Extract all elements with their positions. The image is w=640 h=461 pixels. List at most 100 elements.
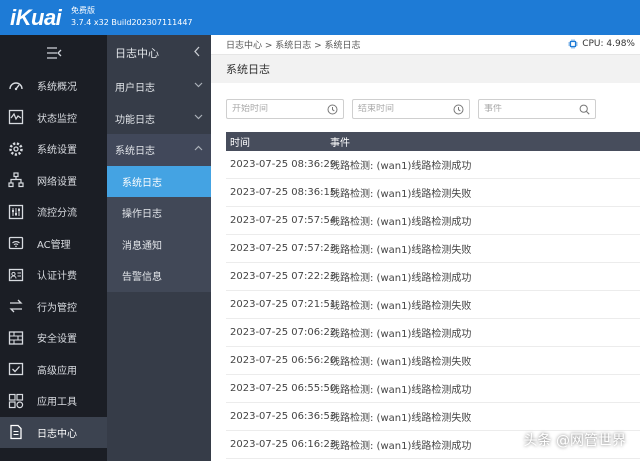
monitor-icon — [8, 109, 24, 125]
firewall-icon — [8, 330, 24, 346]
log-icon — [8, 424, 24, 440]
start-time-field[interactable] — [226, 99, 344, 119]
column-header-event[interactable]: 事件 — [330, 134, 350, 149]
submenu-title: 日志中心 — [107, 35, 211, 71]
end-time-field[interactable] — [352, 99, 470, 119]
event-search-input[interactable] — [484, 104, 590, 114]
submenu-group-user-log[interactable]: 用户日志 — [107, 71, 211, 103]
sidebar-item-system-settings[interactable]: 系统设置 — [0, 133, 107, 165]
table-row[interactable]: 2023-07-25 08:36:29 线路检测: (wan1)线路检测成功 — [226, 151, 640, 179]
submenu-group-system-log[interactable]: 系统日志 — [107, 134, 211, 166]
submenu-item-alerts[interactable]: 告警信息 — [107, 260, 211, 292]
table-row[interactable]: 2023-07-25 07:22:23 线路检测: (wan1)线路检测成功 — [226, 263, 640, 291]
cell-time: 2023-07-25 08:36:15 — [230, 187, 337, 198]
cell-time: 2023-07-25 08:36:29 — [230, 159, 337, 170]
end-time-input[interactable] — [358, 104, 464, 114]
sidebar-item-label: 日志中心 — [37, 428, 77, 440]
chevron-down-icon — [194, 81, 203, 91]
sidebar-item-network-settings[interactable]: 网络设置 — [0, 165, 107, 197]
cell-event: 线路检测: (wan1)线路检测成功 — [330, 329, 472, 340]
sidebar-item-monitor[interactable]: 状态监控 — [0, 102, 107, 134]
cell-time: 2023-07-25 06:16:23 — [230, 439, 337, 450]
sidebar-item-label: AC管理 — [37, 239, 71, 251]
submenu-group-function-log[interactable]: 功能日志 — [107, 103, 211, 135]
table-row[interactable]: 2023-07-25 07:06:22 线路检测: (wan1)线路检测成功 — [226, 319, 640, 347]
sidebar-item-label: 认证计费 — [37, 271, 77, 283]
cell-event: 线路检测: (wan1)线路检测成功 — [330, 385, 472, 396]
cell-event: 线路检测: (wan1)线路检测失败 — [330, 357, 472, 368]
cell-time: 2023-07-25 07:22:23 — [230, 271, 337, 282]
sidebar: 系统概况 状态监控 系统设置 网络设置 流控分流 AC管理 认证计费 行为管控 … — [0, 35, 107, 461]
cell-time: 2023-07-25 07:06:22 — [230, 327, 337, 338]
cell-time: 2023-07-25 06:36:53 — [230, 411, 337, 422]
table-row[interactable]: 2023-07-25 07:21:51 线路检测: (wan1)线路检测失败 — [226, 291, 640, 319]
table-row[interactable]: 2023-07-25 06:56:20 线路检测: (wan1)线路检测失败 — [226, 347, 640, 375]
search-icon[interactable] — [579, 104, 590, 115]
cpu-usage-text: CPU: 4.98% — [582, 39, 635, 49]
sidebar-item-label: 流控分流 — [37, 208, 77, 220]
network-icon — [8, 172, 24, 188]
submenu-group-label: 功能日志 — [115, 114, 155, 126]
sidebar-item-app-tools[interactable]: 应用工具 — [0, 385, 107, 417]
sidebar-item-flow-control[interactable]: 流控分流 — [0, 196, 107, 228]
breadcrumb: 日志中心 > 系统日志 > 系统日志 — [226, 41, 361, 51]
table-row[interactable]: 2023-07-25 06:36:53 线路检测: (wan1)线路检测失败 — [226, 403, 640, 431]
table-row[interactable]: 2023-07-25 08:36:15 线路检测: (wan1)线路检测失败 — [226, 179, 640, 207]
table-row[interactable]: 2023-07-25 06:55:50 线路检测: (wan1)线路检测成功 — [226, 375, 640, 403]
sidebar-item-label: 系统概况 — [37, 82, 77, 94]
cpu-chip-icon — [568, 39, 578, 49]
cell-event: 线路检测: (wan1)线路检测失败 — [330, 189, 472, 200]
top-bar: 日志中心 > 系统日志 > 系统日志 CPU: 4.98% — [211, 35, 640, 55]
start-time-input[interactable] — [232, 104, 338, 114]
dashboard-icon — [8, 78, 24, 94]
submenu-item-system-log[interactable]: 系统日志 — [107, 165, 211, 197]
cell-event: 线路检测: (wan1)线路检测失败 — [330, 301, 472, 312]
table-header: 时间 事件 — [226, 132, 640, 151]
top-header: iKuai 免费版 3.7.4 x32 Build202307111447 — [0, 0, 640, 35]
table-row[interactable]: 2023-07-25 07:57:23 线路检测: (wan1)线路检测失败 — [226, 235, 640, 263]
sidebar-item-log-center[interactable]: 日志中心 — [0, 416, 107, 448]
cell-event: 线路检测: (wan1)线路检测成功 — [330, 161, 472, 172]
submenu-group-label: 系统日志 — [115, 146, 155, 158]
submenu-item-notifications[interactable]: 消息通知 — [107, 228, 211, 260]
chevron-left-icon[interactable] — [193, 46, 201, 60]
watermark-text: 头条 @网管世界 — [523, 433, 626, 449]
page-title: 系统日志 — [211, 55, 640, 83]
log-table: 时间 事件 2023-07-25 08:36:29 线路检测: (wan1)线路检… — [226, 132, 640, 459]
table-row[interactable]: 2023-07-25 07:57:54 线路检测: (wan1)线路检测成功 — [226, 207, 640, 235]
table-body: 2023-07-25 08:36:29 线路检测: (wan1)线路检测成功 202… — [226, 151, 640, 459]
wifi-icon — [8, 235, 24, 251]
event-search-field[interactable] — [478, 99, 596, 119]
chevron-up-icon — [194, 144, 203, 154]
cell-time: 2023-07-25 06:56:20 — [230, 355, 337, 366]
chevron-down-icon — [194, 113, 203, 123]
cell-event: 线路检测: (wan1)线路检测成功 — [330, 217, 472, 228]
sidebar-item-label: 应用工具 — [37, 397, 77, 409]
cell-event: 线路检测: (wan1)线路检测成功 — [330, 273, 472, 284]
submenu-item-operation-log[interactable]: 操作日志 — [107, 197, 211, 229]
id-card-icon — [8, 267, 24, 283]
collapse-menu-icon[interactable] — [0, 35, 107, 70]
clock-icon[interactable] — [327, 104, 338, 115]
clock-icon[interactable] — [453, 104, 464, 115]
sidebar-item-overview[interactable]: 系统概况 — [0, 70, 107, 102]
sidebar-item-label: 高级应用 — [37, 365, 77, 377]
main-content: 日志中心 > 系统日志 > 系统日志 CPU: 4.98% 系统日志 时间 事件… — [211, 35, 640, 461]
sidebar-item-security-settings[interactable]: 安全设置 — [0, 322, 107, 354]
submenu-panel: 日志中心 用户日志 功能日志 系统日志 系统日志 操作日志 消息通知 告警信息 — [107, 35, 211, 461]
sidebar-item-label: 安全设置 — [37, 334, 77, 346]
sidebar-item-auth-billing[interactable]: 认证计费 — [0, 259, 107, 291]
sidebar-item-label: 状态监控 — [37, 113, 77, 125]
cell-time: 2023-07-25 06:55:50 — [230, 383, 337, 394]
ikuai-logo[interactable]: iKuai — [10, 5, 62, 31]
sidebar-item-ac-management[interactable]: AC管理 — [0, 228, 107, 260]
filter-bar — [226, 99, 604, 119]
sidebar-item-behavior-control[interactable]: 行为管控 — [0, 291, 107, 323]
version-label: 3.7.4 x32 Build202307111447 — [71, 18, 193, 27]
slider-icon — [8, 204, 24, 220]
sidebar-item-advanced-apps[interactable]: 高级应用 — [0, 354, 107, 386]
gear-icon — [8, 141, 24, 157]
submenu-title-text: 日志中心 — [115, 47, 159, 60]
submenu-group-label: 用户日志 — [115, 83, 155, 95]
column-header-time[interactable]: 时间 — [226, 134, 330, 149]
